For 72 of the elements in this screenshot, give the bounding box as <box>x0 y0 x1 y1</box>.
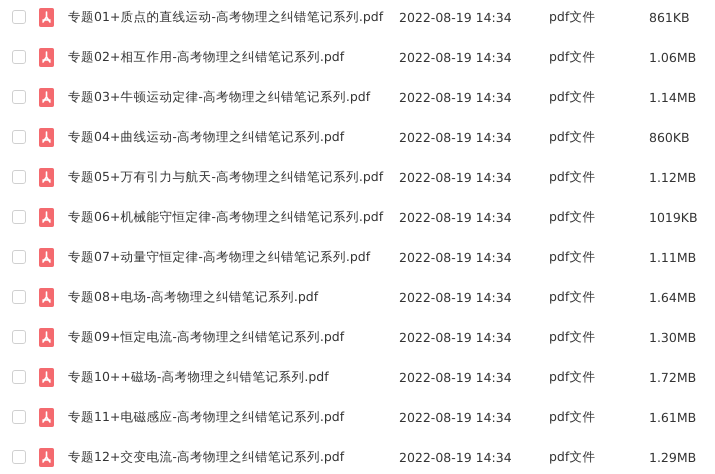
file-size: 1.12MB <box>649 170 696 184</box>
modified-date: 2022-08-19 14:34 <box>399 450 513 464</box>
checkbox[interactable] <box>12 410 26 424</box>
checkbox[interactable] <box>12 330 26 344</box>
pdf-file-icon <box>39 88 54 106</box>
checkbox[interactable] <box>12 370 26 384</box>
modified-date: 2022-08-19 14:34 <box>399 370 513 384</box>
pdf-file-icon <box>39 128 54 146</box>
file-type: pdf文件 <box>549 208 596 226</box>
checkbox[interactable] <box>12 130 26 144</box>
modified-date: 2022-08-19 14:34 <box>399 250 513 264</box>
file-type: pdf文件 <box>549 8 596 26</box>
checkbox[interactable] <box>12 450 26 464</box>
file-size: 1.30MB <box>649 330 696 344</box>
checkbox[interactable] <box>12 250 26 264</box>
pdf-file-icon <box>39 288 54 306</box>
file-size: 860KB <box>649 130 690 144</box>
pdf-file-icon <box>39 48 54 66</box>
checkbox[interactable] <box>12 10 26 24</box>
file-type: pdf文件 <box>549 448 596 466</box>
file-size: 1.61MB <box>649 410 696 424</box>
modified-date: 2022-08-19 14:34 <box>399 50 513 64</box>
file-name[interactable]: 专题06+机械能守恒定律-高考物理之纠错笔记系列.pdf <box>68 208 399 226</box>
file-name[interactable]: 专题01+质点的直线运动-高考物理之纠错笔记系列.pdf <box>68 8 399 26</box>
file-size: 1.14MB <box>649 90 696 104</box>
pdf-file-icon <box>39 208 54 226</box>
file-type: pdf文件 <box>549 248 596 266</box>
file-name[interactable]: 专题10++磁场-高考物理之纠错笔记系列.pdf <box>68 368 399 386</box>
file-name[interactable]: 专题08+电场-高考物理之纠错笔记系列.pdf <box>68 288 399 306</box>
checkbox[interactable] <box>12 290 26 304</box>
file-type: pdf文件 <box>549 288 596 306</box>
modified-date: 2022-08-19 14:34 <box>399 170 513 184</box>
pdf-file-icon <box>39 248 54 266</box>
modified-date: 2022-08-19 14:34 <box>399 210 513 224</box>
file-name[interactable]: 专题04+曲线运动-高考物理之纠错笔记系列.pdf <box>68 128 399 146</box>
modified-date: 2022-08-19 14:34 <box>399 410 513 424</box>
file-size: 1.29MB <box>649 450 696 464</box>
file-size: 861KB <box>649 10 690 24</box>
file-type: pdf文件 <box>549 168 596 186</box>
file-type: pdf文件 <box>549 328 596 346</box>
file-type: pdf文件 <box>549 128 596 146</box>
file-size: 1.72MB <box>649 370 696 384</box>
file-size: 1.11MB <box>649 250 696 264</box>
checkbox[interactable] <box>12 90 26 104</box>
checkbox[interactable] <box>12 50 26 64</box>
pdf-file-icon <box>39 448 54 466</box>
file-name[interactable]: 专题12+交变电流-高考物理之纠错笔记系列.pdf <box>68 448 399 466</box>
file-name[interactable]: 专题09+恒定电流-高考物理之纠错笔记系列.pdf <box>68 328 399 346</box>
file-name[interactable]: 专题11+电磁感应-高考物理之纠错笔记系列.pdf <box>68 408 399 426</box>
pdf-file-icon <box>39 368 54 386</box>
file-type: pdf文件 <box>549 88 596 106</box>
file-name[interactable]: 专题05+万有引力与航天-高考物理之纠错笔记系列.pdf <box>68 168 399 186</box>
modified-date: 2022-08-19 14:34 <box>399 10 513 24</box>
checkbox[interactable] <box>12 170 26 184</box>
pdf-file-icon <box>39 408 54 426</box>
pdf-file-icon <box>39 8 54 26</box>
file-type: pdf文件 <box>549 48 596 66</box>
file-type: pdf文件 <box>549 408 596 426</box>
file-type: pdf文件 <box>549 368 596 386</box>
modified-date: 2022-08-19 14:34 <box>399 90 513 104</box>
modified-date: 2022-08-19 14:34 <box>399 130 513 144</box>
file-size: 1019KB <box>649 210 698 224</box>
file-size: 1.06MB <box>649 50 696 64</box>
file-name[interactable]: 专题03+牛顿运动定律-高考物理之纠错笔记系列.pdf <box>68 88 399 106</box>
pdf-file-icon <box>39 168 54 186</box>
pdf-file-icon <box>39 328 54 346</box>
file-name[interactable]: 专题02+相互作用-高考物理之纠错笔记系列.pdf <box>68 48 399 66</box>
modified-date: 2022-08-19 14:34 <box>399 330 513 344</box>
modified-date: 2022-08-19 14:34 <box>399 290 513 304</box>
file-name[interactable]: 专题07+动量守恒定律-高考物理之纠错笔记系列.pdf <box>68 248 399 266</box>
checkbox[interactable] <box>12 210 26 224</box>
file-size: 1.64MB <box>649 290 696 304</box>
